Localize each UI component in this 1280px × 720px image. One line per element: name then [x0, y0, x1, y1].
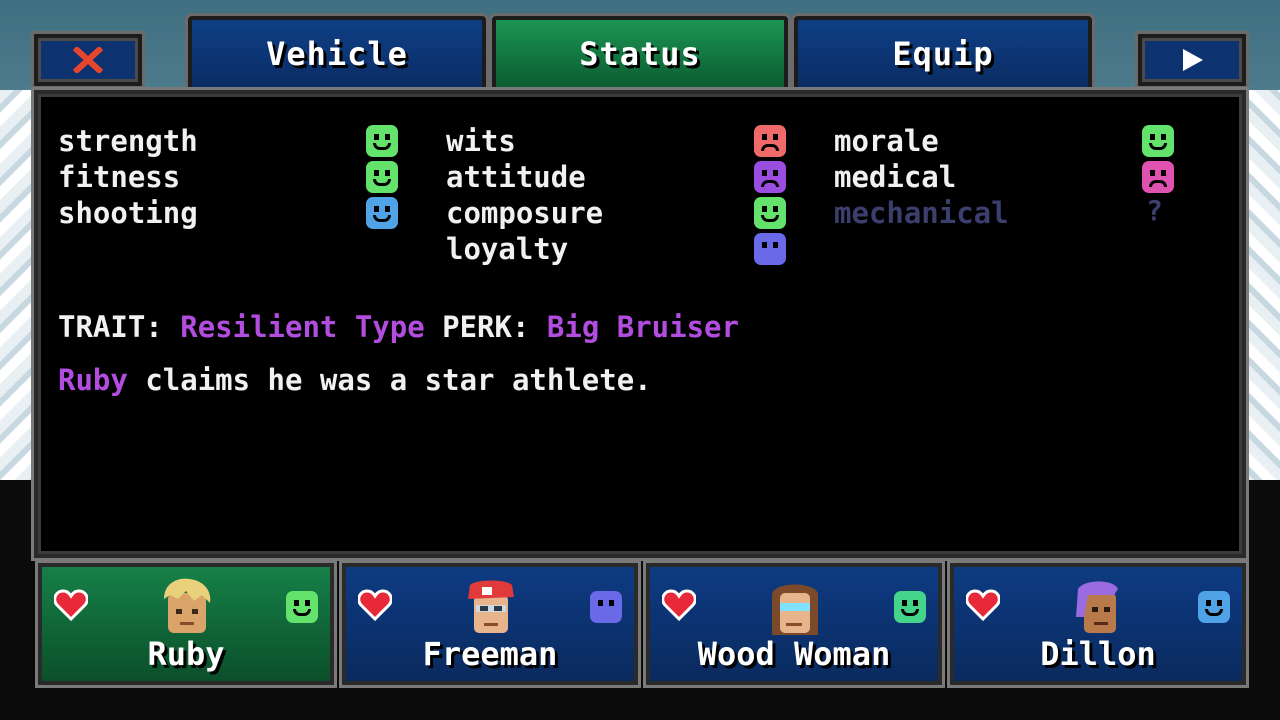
angry-face-icon: [754, 125, 786, 157]
next-button[interactable]: [1138, 34, 1246, 86]
perk-label: PERK:: [442, 310, 530, 344]
bio-line: Ruby claims he was a star athlete.: [58, 363, 652, 397]
heart-icon: [54, 589, 88, 621]
stat-mechanical-label: mechanical: [834, 196, 1009, 230]
stat-attitude-label: attitude: [446, 160, 586, 194]
sad-face-icon: [1142, 161, 1174, 193]
bio-text: claims he was a star athlete.: [145, 363, 652, 397]
trait-label: TRAIT:: [58, 310, 163, 344]
happy-face-icon: [1142, 125, 1174, 157]
dillon-portrait: [1076, 581, 1118, 633]
bio-name: Ruby: [58, 363, 128, 397]
tab-vehicle[interactable]: Vehicle: [188, 16, 486, 92]
perk-value: Big Bruiser: [546, 310, 739, 344]
happy-face-icon: [366, 161, 398, 193]
heart-icon: [662, 589, 696, 621]
stat-fitness-label: fitness: [58, 160, 181, 194]
background-snow-right: [1240, 90, 1280, 480]
stat-strength-label: strength: [58, 124, 198, 158]
content-face-icon: [366, 197, 398, 229]
stat-morale-label: morale: [834, 124, 939, 158]
neutral-face-icon: [754, 233, 786, 265]
party-member-dillon[interactable]: Dillon: [950, 563, 1246, 685]
happy-face-icon: [286, 591, 318, 623]
play-arrow-icon: [1183, 49, 1203, 71]
party-member-ruby[interactable]: Ruby: [38, 563, 334, 685]
stat-composure-label: composure: [446, 196, 604, 230]
close-button[interactable]: [34, 34, 142, 86]
tab-status-label: Status: [579, 35, 701, 73]
stat-shooting-label: shooting: [58, 196, 198, 230]
happy-face-icon: [366, 125, 398, 157]
close-x-icon: [73, 47, 103, 73]
sad-face-icon: [754, 161, 786, 193]
unknown-value: ?: [1146, 194, 1163, 227]
content-face-icon: [1198, 591, 1230, 623]
party-member-name: Ruby: [147, 635, 225, 673]
trait-perk-line: TRAIT: Resilient Type PERK: Big Bruiser: [58, 310, 739, 344]
tab-vehicle-label: Vehicle: [266, 35, 408, 73]
stat-medical-label: medical: [834, 160, 957, 194]
party-member-freeman[interactable]: Freeman: [342, 563, 638, 685]
heart-icon: [966, 589, 1000, 621]
happy-face-icon: [754, 197, 786, 229]
party-member-name: Freeman: [422, 635, 558, 673]
heart-icon: [358, 589, 392, 621]
trait-value: Resilient Type: [180, 310, 425, 344]
stat-loyalty-label: loyalty: [446, 232, 569, 266]
tab-equip-label: Equip: [892, 35, 994, 73]
party-member-name: Dillon: [1040, 635, 1156, 673]
freeman-portrait: [468, 580, 514, 633]
neutral-face-icon: [590, 591, 622, 623]
wood-woman-portrait: [772, 584, 818, 635]
happy-face-icon: [894, 591, 926, 623]
tab-status[interactable]: Status: [492, 16, 788, 92]
stat-wits-label: wits: [446, 124, 516, 158]
party-member-name: Wood Woman: [697, 635, 891, 673]
tab-equip[interactable]: Equip: [794, 16, 1092, 92]
party-member-wood-woman[interactable]: Wood Woman: [646, 563, 942, 685]
ruby-portrait: [164, 578, 211, 633]
